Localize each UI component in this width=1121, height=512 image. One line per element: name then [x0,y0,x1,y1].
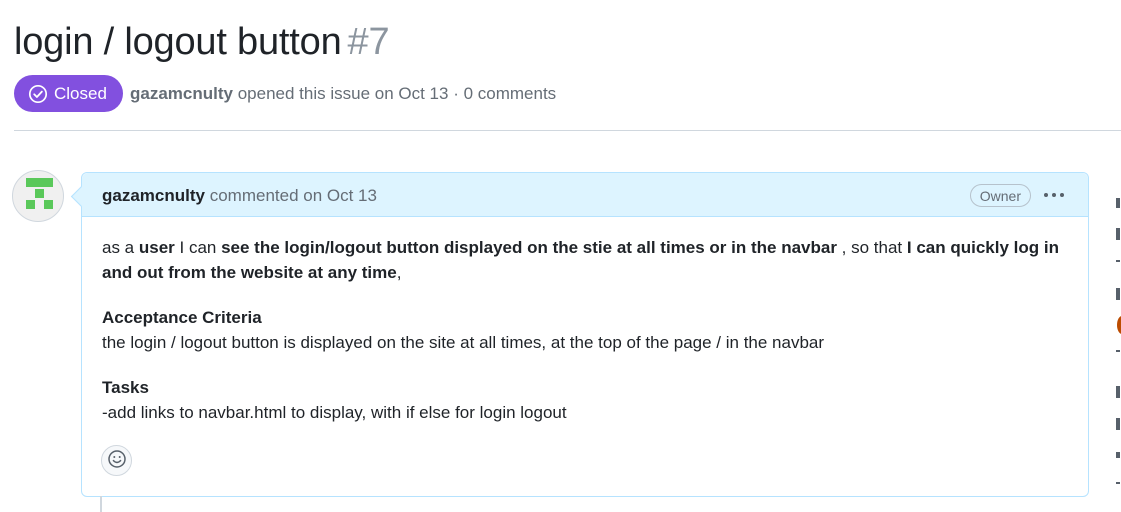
issue-meta-text: opened this issue on Oct 13 · 0 comments [237,84,557,103]
check-circle-icon [28,84,48,104]
story-text: I can [174,238,222,257]
issue-meta: gazamcnulty opened this issue on Oct 13 … [130,84,556,104]
comment-box: gazamcnulty commented on Oct 13 Owner as… [81,172,1089,497]
identicon-cell [26,178,35,187]
state-badge: Closed [14,75,123,112]
smiley-icon [107,449,127,472]
comment-header: gazamcnulty commented on Oct 13 Owner [82,173,1088,217]
state-label: Closed [54,83,107,103]
acceptance-heading-text: Acceptance Criteria [102,308,262,327]
comment-meta: gazamcnulty commented on Oct 13 [102,186,377,206]
comment-author-link[interactable]: gazamcnulty [102,186,205,205]
sidebar-fragment [1116,418,1120,430]
header-divider [14,130,1121,131]
tasks-heading-text: Tasks [102,378,149,397]
sidebar-fragment [1116,288,1120,300]
issue-title-heading: login / logout button #7 [14,18,390,66]
comment-meta-text: commented on Oct 13 [209,186,377,205]
story-text: as a [102,238,139,257]
story-text: , [396,263,402,282]
sidebar-fragment [1116,198,1120,208]
comment-body: as a user I can see the login/logout but… [102,235,1062,425]
issue-number: #7 [347,21,390,63]
identicon-cell [35,189,44,198]
issue-author-link[interactable]: gazamcnulty [130,84,233,103]
tasks-heading: Tasks [102,375,1062,400]
user-story-paragraph: as a user I can see the login/logout but… [102,235,1062,285]
tasks-text: -add links to navbar.html to display, wi… [102,403,567,422]
acceptance-heading: Acceptance Criteria [102,305,1062,330]
avatar[interactable] [12,170,64,222]
acceptance-text: the login / logout button is displayed o… [102,333,825,352]
sidebar-fragment [1116,452,1120,458]
issue-title: login / logout button [14,21,342,63]
story-text: , so that [836,238,907,257]
owner-badge: Owner [969,184,1031,207]
sidebar-fragment [1116,386,1120,398]
sidebar-fragment [1116,482,1120,484]
story-role: user [138,238,175,257]
timeline-line [100,496,102,512]
story-goal: see the login/logout button displayed on… [221,238,837,257]
identicon-cell [44,178,53,187]
sidebar-fragment [1116,228,1120,240]
sidebar-edge [1116,190,1121,510]
add-reaction-button[interactable] [101,445,132,476]
identicon-cell [35,178,44,187]
kebab-horizontal-icon[interactable] [1042,185,1066,205]
sidebar-avatar[interactable] [1117,316,1121,334]
identicon-cell [26,200,35,209]
identicon-cell [44,200,53,209]
sidebar-fragment [1116,260,1120,262]
sidebar-fragment [1116,350,1120,352]
